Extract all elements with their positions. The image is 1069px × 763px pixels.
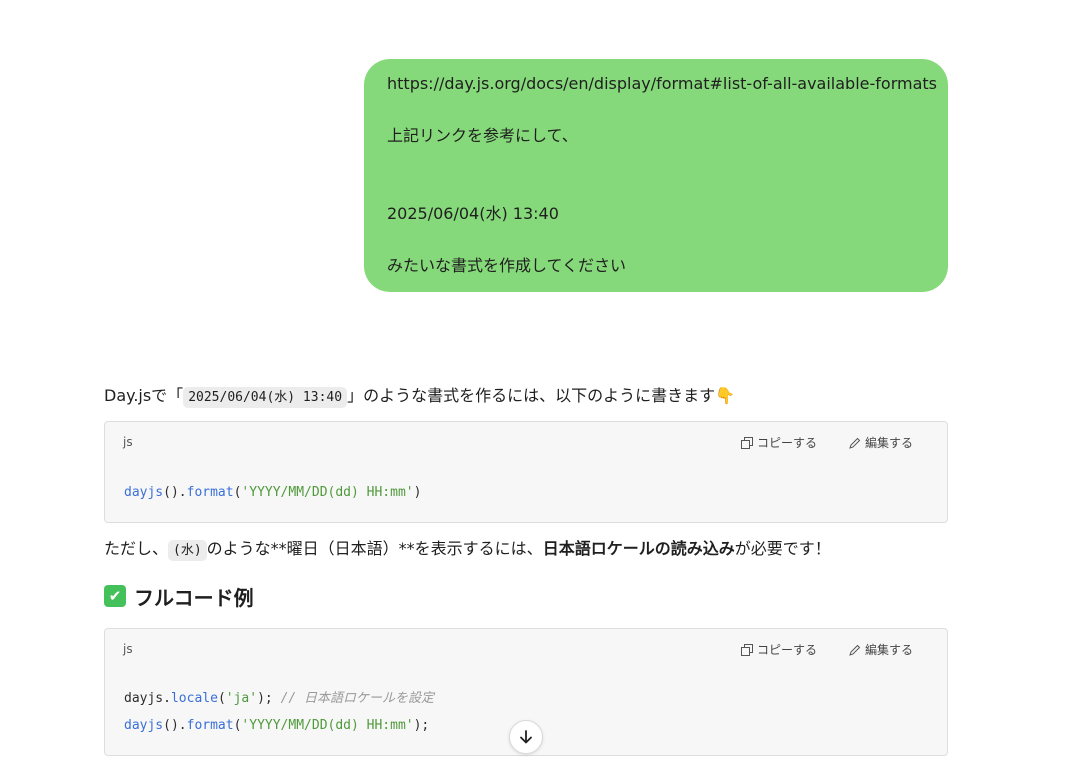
user-message-line	[387, 97, 928, 123]
section-heading: ✔ フルコード例	[104, 574, 948, 618]
pointing-down-icon: 👇	[715, 386, 736, 405]
user-message-line: 上記リンクを参考にして、	[387, 126, 578, 145]
inline-code: (水)	[168, 540, 207, 561]
code-token: ().	[163, 718, 187, 733]
user-message-line: https://day.js.org/docs/en/display/forma…	[387, 74, 937, 93]
code-token: dayjs	[124, 691, 164, 706]
copy-button[interactable]: コピーする	[740, 434, 817, 451]
code-token: dayjs	[124, 485, 164, 500]
user-message-line	[387, 227, 928, 253]
code-token: 'ja'	[225, 691, 258, 706]
pencil-icon	[849, 437, 861, 449]
code-block: js コピーする 編集する dayjs().format('YYYY/MM/DD…	[104, 421, 948, 523]
user-message-line: 2025/06/04(水) 13:40	[387, 204, 559, 223]
user-message-bubble: https://day.js.org/docs/en/display/forma…	[364, 59, 948, 292]
edit-label: 編集する	[864, 643, 913, 657]
code-token: locale	[170, 691, 218, 706]
inline-code: 2025/06/04(水) 13:40	[183, 387, 348, 408]
edit-button[interactable]: 編集する	[849, 434, 913, 451]
note-suffix: が必要です！	[734, 539, 831, 558]
code-content: dayjs().format('YYYY/MM/DD(dd) HH:mm')	[124, 479, 421, 506]
code-token: ().	[163, 485, 187, 500]
intro-paragraph: Day.jsで「 2025/06/04(水) 13:40 」のような書式を作るには、…	[104, 380, 948, 412]
code-token: 'YYYY/MM/DD(dd) HH:mm'	[241, 485, 414, 500]
edit-label: 編集する	[864, 436, 913, 450]
arrow-down-icon	[520, 730, 532, 744]
copy-button[interactable]: コピーする	[740, 641, 817, 658]
section-heading-text: フルコード例	[134, 585, 254, 610]
copy-icon	[740, 436, 753, 449]
note-middle: のような**曜日（日本語）**を表示するには、	[206, 539, 543, 558]
copy-icon	[740, 643, 753, 656]
code-token: .	[163, 691, 171, 706]
pencil-icon	[849, 644, 861, 656]
user-message-line: みたいな書式を作成してください	[387, 256, 627, 275]
check-mark-icon: ✔	[104, 585, 126, 607]
assistant-message: Day.jsで「 2025/06/04(水) 13:40 」のような書式を作るには、…	[104, 380, 948, 756]
code-comment: // 日本語ロケールを設定	[280, 691, 435, 706]
code-token: format	[186, 485, 234, 500]
edit-button[interactable]: 編集する	[849, 641, 913, 658]
code-token: );	[257, 691, 281, 706]
note-paragraph: ただし、 (水) のような**曜日（日本語）**を表示するには、日本語ロケールの読み…	[104, 533, 948, 565]
code-language-label: js	[123, 642, 133, 656]
copy-label: コピーする	[756, 643, 817, 657]
code-token: (	[217, 691, 226, 706]
code-token: dayjs	[124, 718, 164, 733]
note-prefix: ただし、	[104, 539, 169, 558]
code-token: )	[413, 485, 422, 500]
code-actions: コピーする 編集する	[740, 434, 913, 451]
copy-label: コピーする	[756, 436, 817, 450]
intro-suffix: 」のような書式を作るには、以下のように書きます	[347, 386, 716, 405]
scroll-to-bottom-button[interactable]	[509, 720, 543, 754]
code-content: dayjs.locale('ja'); // 日本語ロケールを設定 dayjs(…	[124, 685, 434, 739]
code-actions: コピーする 編集する	[740, 641, 913, 658]
user-message-line	[387, 149, 928, 175]
intro-prefix: Day.jsで「	[104, 386, 184, 405]
code-token: 'YYYY/MM/DD(dd) HH:mm'	[241, 718, 414, 733]
code-token: format	[186, 718, 234, 733]
note-bold: 日本語ロケールの読み込み	[542, 539, 735, 558]
code-language-label: js	[123, 435, 133, 449]
code-token: );	[413, 718, 430, 733]
user-message-line	[387, 175, 928, 201]
